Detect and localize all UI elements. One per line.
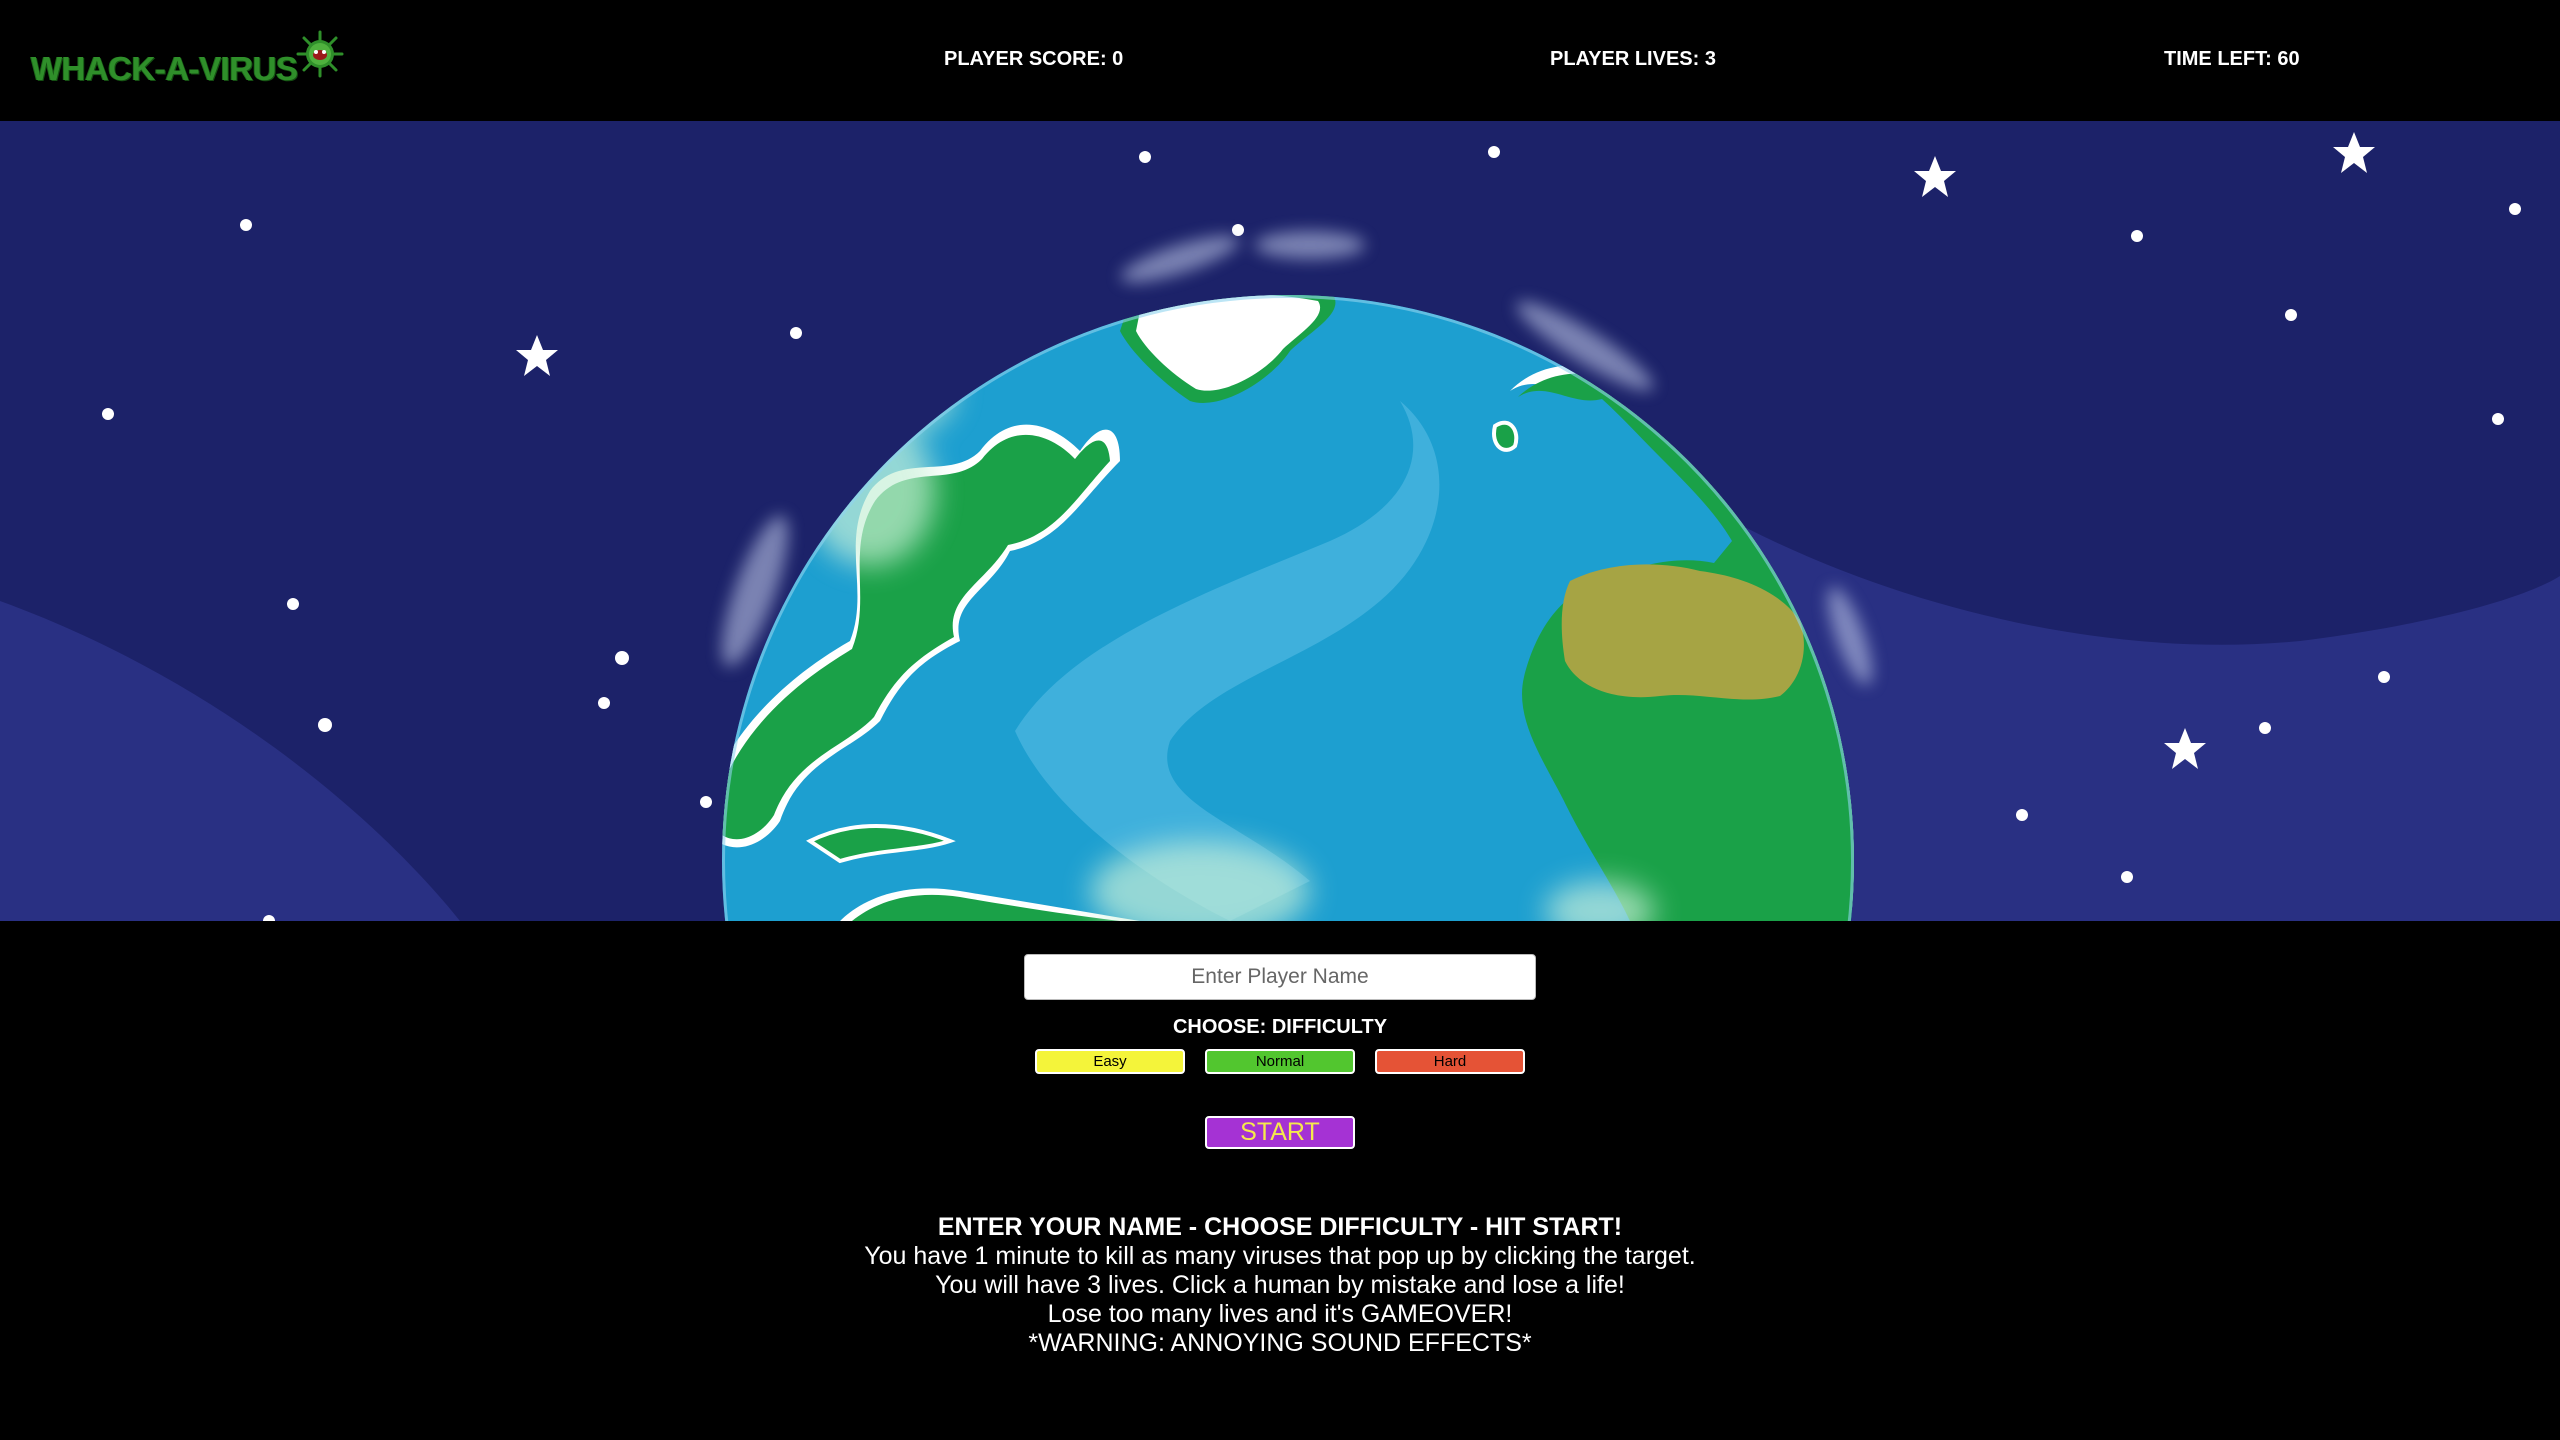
instructions-line: You will have 3 lives. Click a human by … xyxy=(935,1271,1625,1299)
game-logo: WHACK-A-VIRUS xyxy=(31,30,344,90)
instructions-headline: ENTER YOUR NAME - CHOOSE DIFFICULTY - HI… xyxy=(937,1213,1623,1241)
difficulty-normal-button[interactable]: Normal xyxy=(1205,1049,1355,1074)
game-stage[interactable] xyxy=(0,121,2560,921)
difficulty-label: CHOOSE: DIFFICULTY xyxy=(1172,1016,1388,1038)
space-scene xyxy=(0,121,2560,921)
difficulty-hard-button[interactable]: Hard xyxy=(1375,1049,1525,1074)
time-left: TIME LEFT: 60 xyxy=(2164,48,2300,70)
logo-text: WHACK-A-VIRUS xyxy=(31,50,298,87)
instructions: ENTER YOUR NAME - CHOOSE DIFFICULTY - HI… xyxy=(0,1213,2560,1358)
player-lives: PLAYER LIVES: 3 xyxy=(1550,48,1716,70)
start-button[interactable]: START xyxy=(1205,1116,1355,1149)
player-name-input[interactable] xyxy=(1024,954,1536,1000)
instructions-line: You have 1 minute to kill as many viruse… xyxy=(864,1242,1696,1270)
player-score: PLAYER SCORE: 0 xyxy=(944,48,1124,70)
game-page: WHACK-A-VIRUS PLAYER SCORE: 0 PLAYER LIV… xyxy=(0,0,2560,1440)
header-bar: WHACK-A-VIRUS PLAYER SCORE: 0 PLAYER LIV… xyxy=(0,0,2560,121)
instructions-warning: *WARNING: ANNOYING SOUND EFFECTS* xyxy=(1028,1329,1532,1357)
virus-icon xyxy=(296,30,344,78)
instructions-line: Lose too many lives and it's GAMEOVER! xyxy=(1047,1300,1513,1328)
difficulty-easy-button[interactable]: Easy xyxy=(1035,1049,1185,1074)
